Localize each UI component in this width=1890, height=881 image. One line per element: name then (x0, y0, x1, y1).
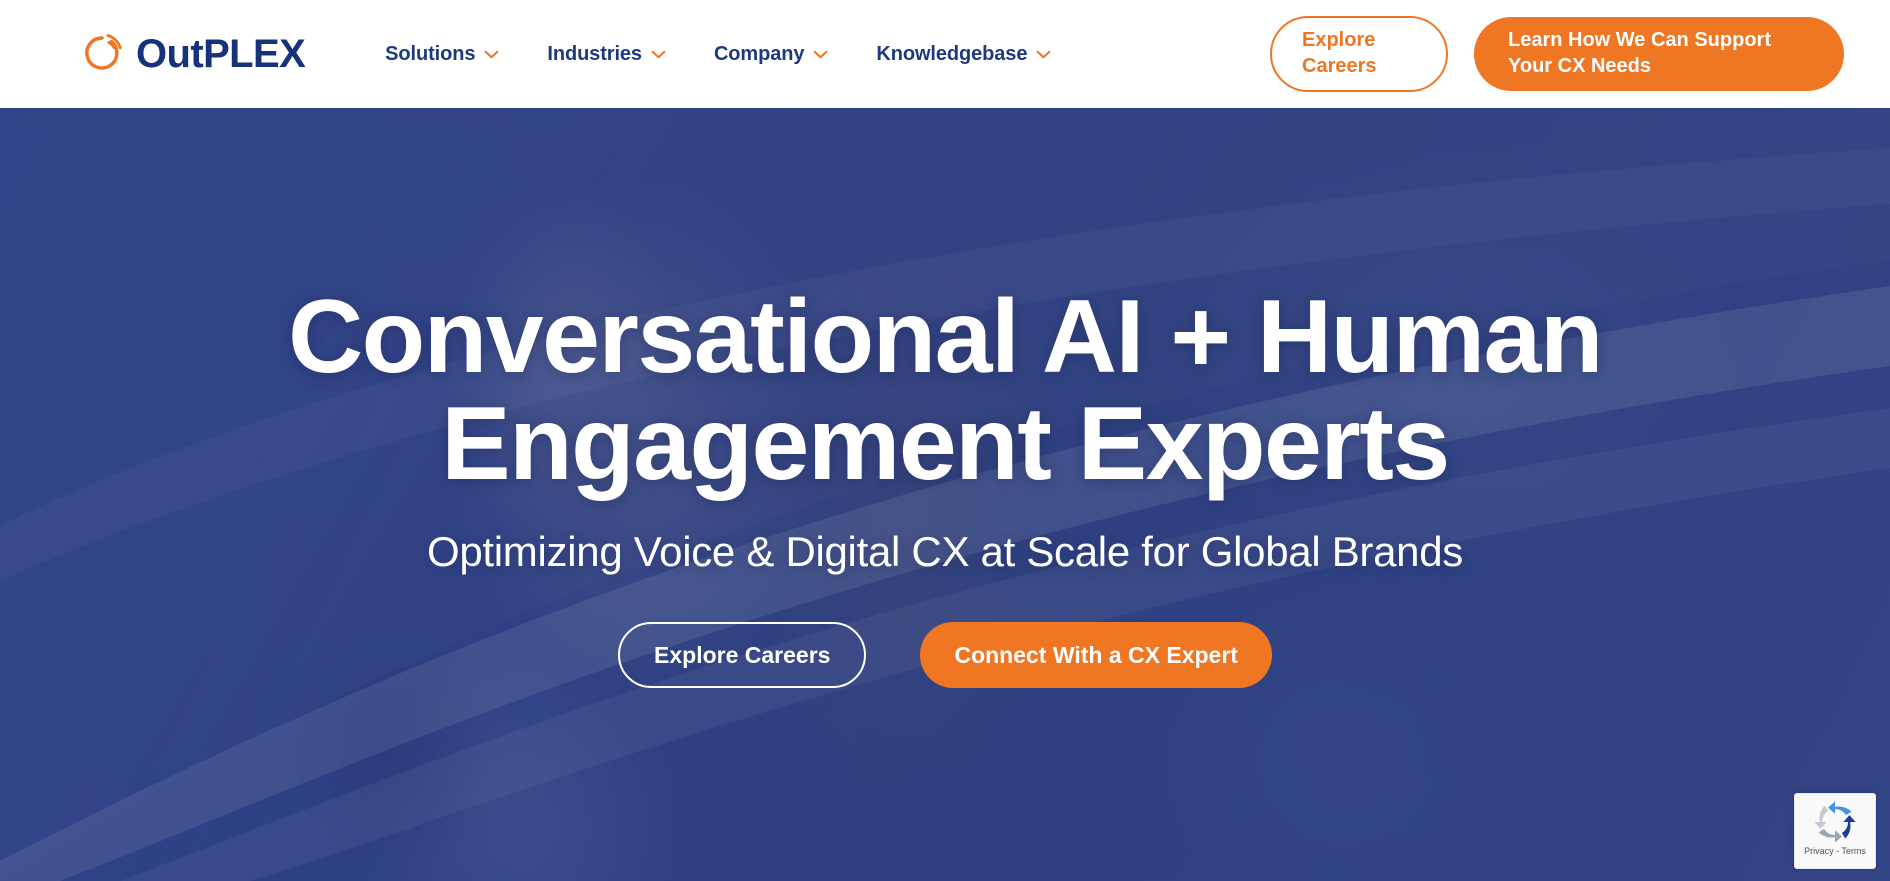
nav-item-label: Solutions (385, 42, 476, 65)
nav-item-label: Company (713, 42, 805, 65)
recaptcha-icon (1814, 801, 1856, 843)
outplex-ring-icon (85, 34, 122, 70)
recaptcha-terms-label[interactable]: Privacy - Terms (1804, 846, 1866, 856)
nav-item-industries[interactable]: Industries (523, 37, 690, 72)
chevron-down-icon (814, 50, 828, 58)
nav-item-label: Knowledgebase (876, 42, 1028, 65)
nav-item-knowledgebase[interactable]: Knowledgebase (852, 37, 1075, 72)
recaptcha-badge[interactable]: Privacy - Terms (1794, 793, 1876, 869)
hero-content: Conversational AI + Human Engagement Exp… (0, 108, 1890, 689)
hero-explore-careers-button[interactable]: Explore Careers (618, 622, 867, 689)
hero-cta-group: Explore Careers Connect With a CX Expert (0, 622, 1890, 689)
hero-title-line-1: Conversational AI + Human (288, 279, 1603, 395)
nav-item-label: Industries (547, 42, 642, 65)
site-header: OutPLEX Solutions Industries Company Kno… (0, 0, 1890, 108)
brand-logo[interactable]: OutPLEX (78, 30, 306, 78)
brand-wordmark: OutPLEX (136, 32, 306, 76)
chevron-down-icon (484, 50, 499, 58)
chevron-down-icon (651, 50, 666, 58)
nav-item-solutions[interactable]: Solutions (361, 37, 523, 72)
header-cta-group: Explore Careers Learn How We Can Support… (1270, 16, 1844, 92)
hero-title-line-2: Engagement Experts (441, 386, 1450, 503)
explore-careers-button[interactable]: Explore Careers (1270, 16, 1448, 92)
hero-subtitle: Optimizing Voice & Digital CX at Scale f… (426, 528, 1463, 576)
hero-connect-cx-expert-button[interactable]: Connect With a CX Expert (920, 622, 1272, 689)
main-navigation: Solutions Industries Company Knowledgeba… (361, 37, 1075, 72)
hero-section: Conversational AI + Human Engagement Exp… (0, 108, 1890, 881)
chevron-down-icon (1036, 50, 1051, 58)
nav-item-company[interactable]: Company (690, 37, 852, 72)
hero-title: Conversational AI + Human Engagement Exp… (0, 279, 1890, 503)
support-cx-needs-button[interactable]: Learn How We Can Support Your CX Needs (1474, 17, 1844, 91)
